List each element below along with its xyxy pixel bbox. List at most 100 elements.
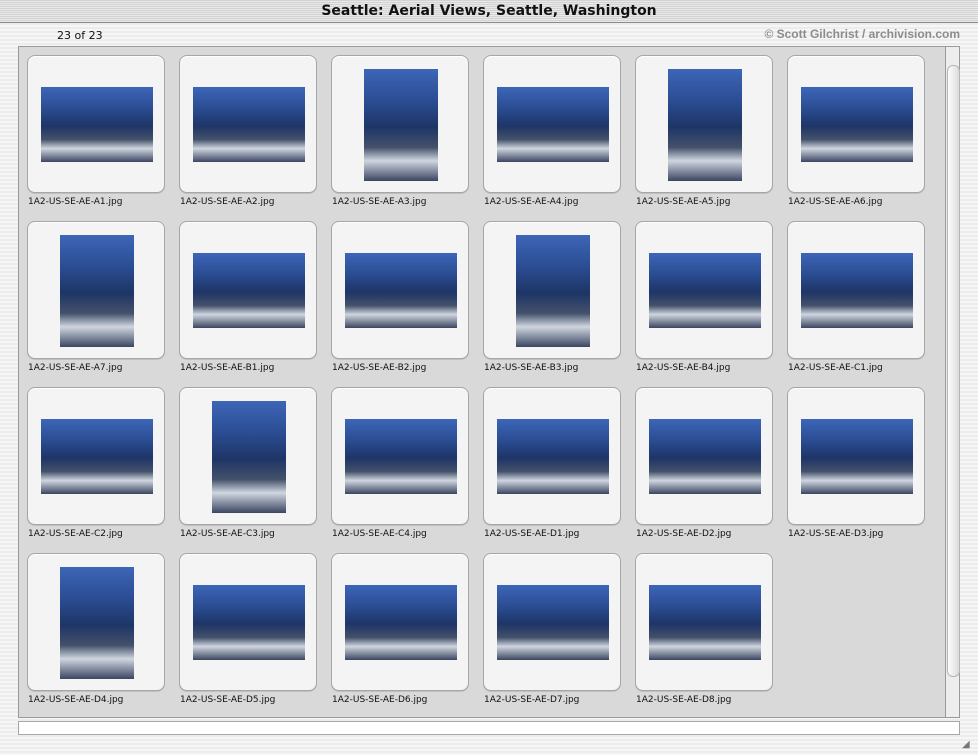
thumbnail-item[interactable]: 1A2-US-SE-AE-C2.jpg	[21, 379, 165, 541]
thumbnail-filename: 1A2-US-SE-AE-A7.jpg	[28, 363, 123, 373]
thumbnail-image[interactable]	[516, 235, 590, 347]
thumbnail-filename: 1A2-US-SE-AE-D5.jpg	[180, 695, 276, 705]
window-title: Seattle: Aerial Views, Seattle, Washingt…	[321, 3, 657, 19]
thumbnail-item[interactable]: 1A2-US-SE-AE-D7.jpg	[477, 545, 621, 707]
thumbnail-filename: 1A2-US-SE-AE-D2.jpg	[636, 529, 732, 539]
thumbnail-item[interactable]: 1A2-US-SE-AE-C4.jpg	[325, 379, 469, 541]
slide-frame[interactable]	[27, 387, 165, 525]
item-count: 23 of 23	[57, 29, 103, 42]
thumbnail-item[interactable]: 1A2-US-SE-AE-A1.jpg	[21, 47, 165, 209]
slide-frame[interactable]	[787, 387, 925, 525]
slide-frame[interactable]	[787, 221, 925, 359]
status-bar	[18, 721, 960, 735]
thumbnail-item[interactable]: 1A2-US-SE-AE-A5.jpg	[629, 47, 773, 209]
slide-frame[interactable]	[331, 387, 469, 525]
thumbnail-item[interactable]: 1A2-US-SE-AE-D5.jpg	[173, 545, 317, 707]
thumbnail-filename: 1A2-US-SE-AE-B2.jpg	[332, 363, 427, 373]
thumbnail-filename: 1A2-US-SE-AE-B1.jpg	[180, 363, 275, 373]
thumbnail-item[interactable]: 1A2-US-SE-AE-D3.jpg	[781, 379, 925, 541]
vertical-scrollbar[interactable]	[945, 46, 960, 718]
thumbnail-item[interactable]: 1A2-US-SE-AE-C1.jpg	[781, 213, 925, 375]
slide-frame[interactable]	[179, 553, 317, 691]
window-title-bar[interactable]: Seattle: Aerial Views, Seattle, Washingt…	[0, 0, 978, 23]
thumbnail-item[interactable]: 1A2-US-SE-AE-B3.jpg	[477, 213, 621, 375]
thumbnail-item[interactable]: 1A2-US-SE-AE-B2.jpg	[325, 213, 469, 375]
thumbnail-image[interactable]	[497, 419, 609, 494]
thumbnail-image[interactable]	[41, 87, 153, 162]
thumbnail-item[interactable]: 1A2-US-SE-AE-B4.jpg	[629, 213, 773, 375]
thumbnail-filename: 1A2-US-SE-AE-D8.jpg	[636, 695, 732, 705]
thumbnail-image[interactable]	[801, 87, 913, 162]
thumbnail-item[interactable]: 1A2-US-SE-AE-A3.jpg	[325, 47, 469, 209]
scrollbar-thumb[interactable]	[947, 65, 960, 677]
thumbnail-image[interactable]	[193, 253, 305, 328]
thumbnail-image[interactable]	[801, 419, 913, 494]
slide-frame[interactable]	[27, 221, 165, 359]
thumbnail-image[interactable]	[41, 419, 153, 494]
thumbnail-filename: 1A2-US-SE-AE-A4.jpg	[484, 197, 579, 207]
slide-frame[interactable]	[635, 221, 773, 359]
slide-frame[interactable]	[635, 387, 773, 525]
thumbnail-filename: 1A2-US-SE-AE-A3.jpg	[332, 197, 427, 207]
slide-frame[interactable]	[179, 55, 317, 193]
thumbnail-item[interactable]: 1A2-US-SE-AE-A7.jpg	[21, 213, 165, 375]
thumbnail-image[interactable]	[60, 235, 134, 347]
thumbnail-image[interactable]	[345, 253, 457, 328]
thumbnail-image[interactable]	[345, 419, 457, 494]
thumbnail-filename: 1A2-US-SE-AE-C3.jpg	[180, 529, 275, 539]
thumbnail-image[interactable]	[497, 585, 609, 660]
slide-frame[interactable]	[179, 221, 317, 359]
thumbnail-image[interactable]	[497, 87, 609, 162]
thumbnail-item[interactable]: 1A2-US-SE-AE-D2.jpg	[629, 379, 773, 541]
thumbnail-image[interactable]	[212, 401, 286, 513]
thumbnail-grid: 1A2-US-SE-AE-A1.jpg 1A2-US-SE-AE-A2.jpg 1A…	[18, 46, 945, 718]
photo-credit: © Scott Gilchrist / archivision.com	[764, 27, 960, 41]
slide-frame[interactable]	[787, 55, 925, 193]
thumbnail-image[interactable]	[649, 253, 761, 328]
thumbnail-filename: 1A2-US-SE-AE-C1.jpg	[788, 363, 883, 373]
thumbnail-filename: 1A2-US-SE-AE-C4.jpg	[332, 529, 427, 539]
resize-grip-icon[interactable]: ◢	[962, 739, 974, 751]
slide-frame[interactable]	[27, 553, 165, 691]
slide-frame[interactable]	[635, 553, 773, 691]
thumbnail-filename: 1A2-US-SE-AE-A6.jpg	[788, 197, 883, 207]
thumbnail-item[interactable]: 1A2-US-SE-AE-A2.jpg	[173, 47, 317, 209]
slide-frame[interactable]	[27, 55, 165, 193]
slide-frame[interactable]	[331, 553, 469, 691]
thumbnail-item[interactable]: 1A2-US-SE-AE-B1.jpg	[173, 213, 317, 375]
slide-frame[interactable]	[483, 55, 621, 193]
thumbnail-image[interactable]	[668, 69, 742, 181]
thumbnail-item[interactable]: 1A2-US-SE-AE-A4.jpg	[477, 47, 621, 209]
thumbnail-item[interactable]: 1A2-US-SE-AE-A6.jpg	[781, 47, 925, 209]
slide-frame[interactable]	[483, 387, 621, 525]
slide-frame[interactable]	[635, 55, 773, 193]
thumbnail-item[interactable]: 1A2-US-SE-AE-D6.jpg	[325, 545, 469, 707]
slide-frame[interactable]	[331, 55, 469, 193]
thumbnail-item[interactable]: 1A2-US-SE-AE-C3.jpg	[173, 379, 317, 541]
thumbnail-image[interactable]	[193, 585, 305, 660]
thumbnail-item[interactable]: 1A2-US-SE-AE-D8.jpg	[629, 545, 773, 707]
thumbnail-filename: 1A2-US-SE-AE-C2.jpg	[28, 529, 123, 539]
thumbnail-filename: 1A2-US-SE-AE-A2.jpg	[180, 197, 275, 207]
thumbnail-image[interactable]	[364, 69, 438, 181]
thumbnail-item[interactable]: 1A2-US-SE-AE-D1.jpg	[477, 379, 621, 541]
slide-frame[interactable]	[483, 221, 621, 359]
thumbnail-item[interactable]: 1A2-US-SE-AE-D4.jpg	[21, 545, 165, 707]
thumbnail-image[interactable]	[60, 567, 134, 679]
slide-frame[interactable]	[179, 387, 317, 525]
slide-frame[interactable]	[483, 553, 621, 691]
thumbnail-filename: 1A2-US-SE-AE-D6.jpg	[332, 695, 428, 705]
thumbnail-filename: 1A2-US-SE-AE-D4.jpg	[28, 695, 124, 705]
slide-frame[interactable]	[331, 221, 469, 359]
thumbnail-image[interactable]	[801, 253, 913, 328]
thumbnail-filename: 1A2-US-SE-AE-D3.jpg	[788, 529, 884, 539]
thumbnail-image[interactable]	[193, 87, 305, 162]
thumbnail-filename: 1A2-US-SE-AE-D1.jpg	[484, 529, 580, 539]
thumbnail-filename: 1A2-US-SE-AE-B4.jpg	[636, 363, 731, 373]
thumbnail-image[interactable]	[649, 585, 761, 660]
thumbnail-filename: 1A2-US-SE-AE-B3.jpg	[484, 363, 579, 373]
thumbnail-image[interactable]	[649, 419, 761, 494]
thumbnail-image[interactable]	[345, 585, 457, 660]
thumbnail-filename: 1A2-US-SE-AE-A5.jpg	[636, 197, 731, 207]
thumbnail-filename: 1A2-US-SE-AE-D7.jpg	[484, 695, 580, 705]
